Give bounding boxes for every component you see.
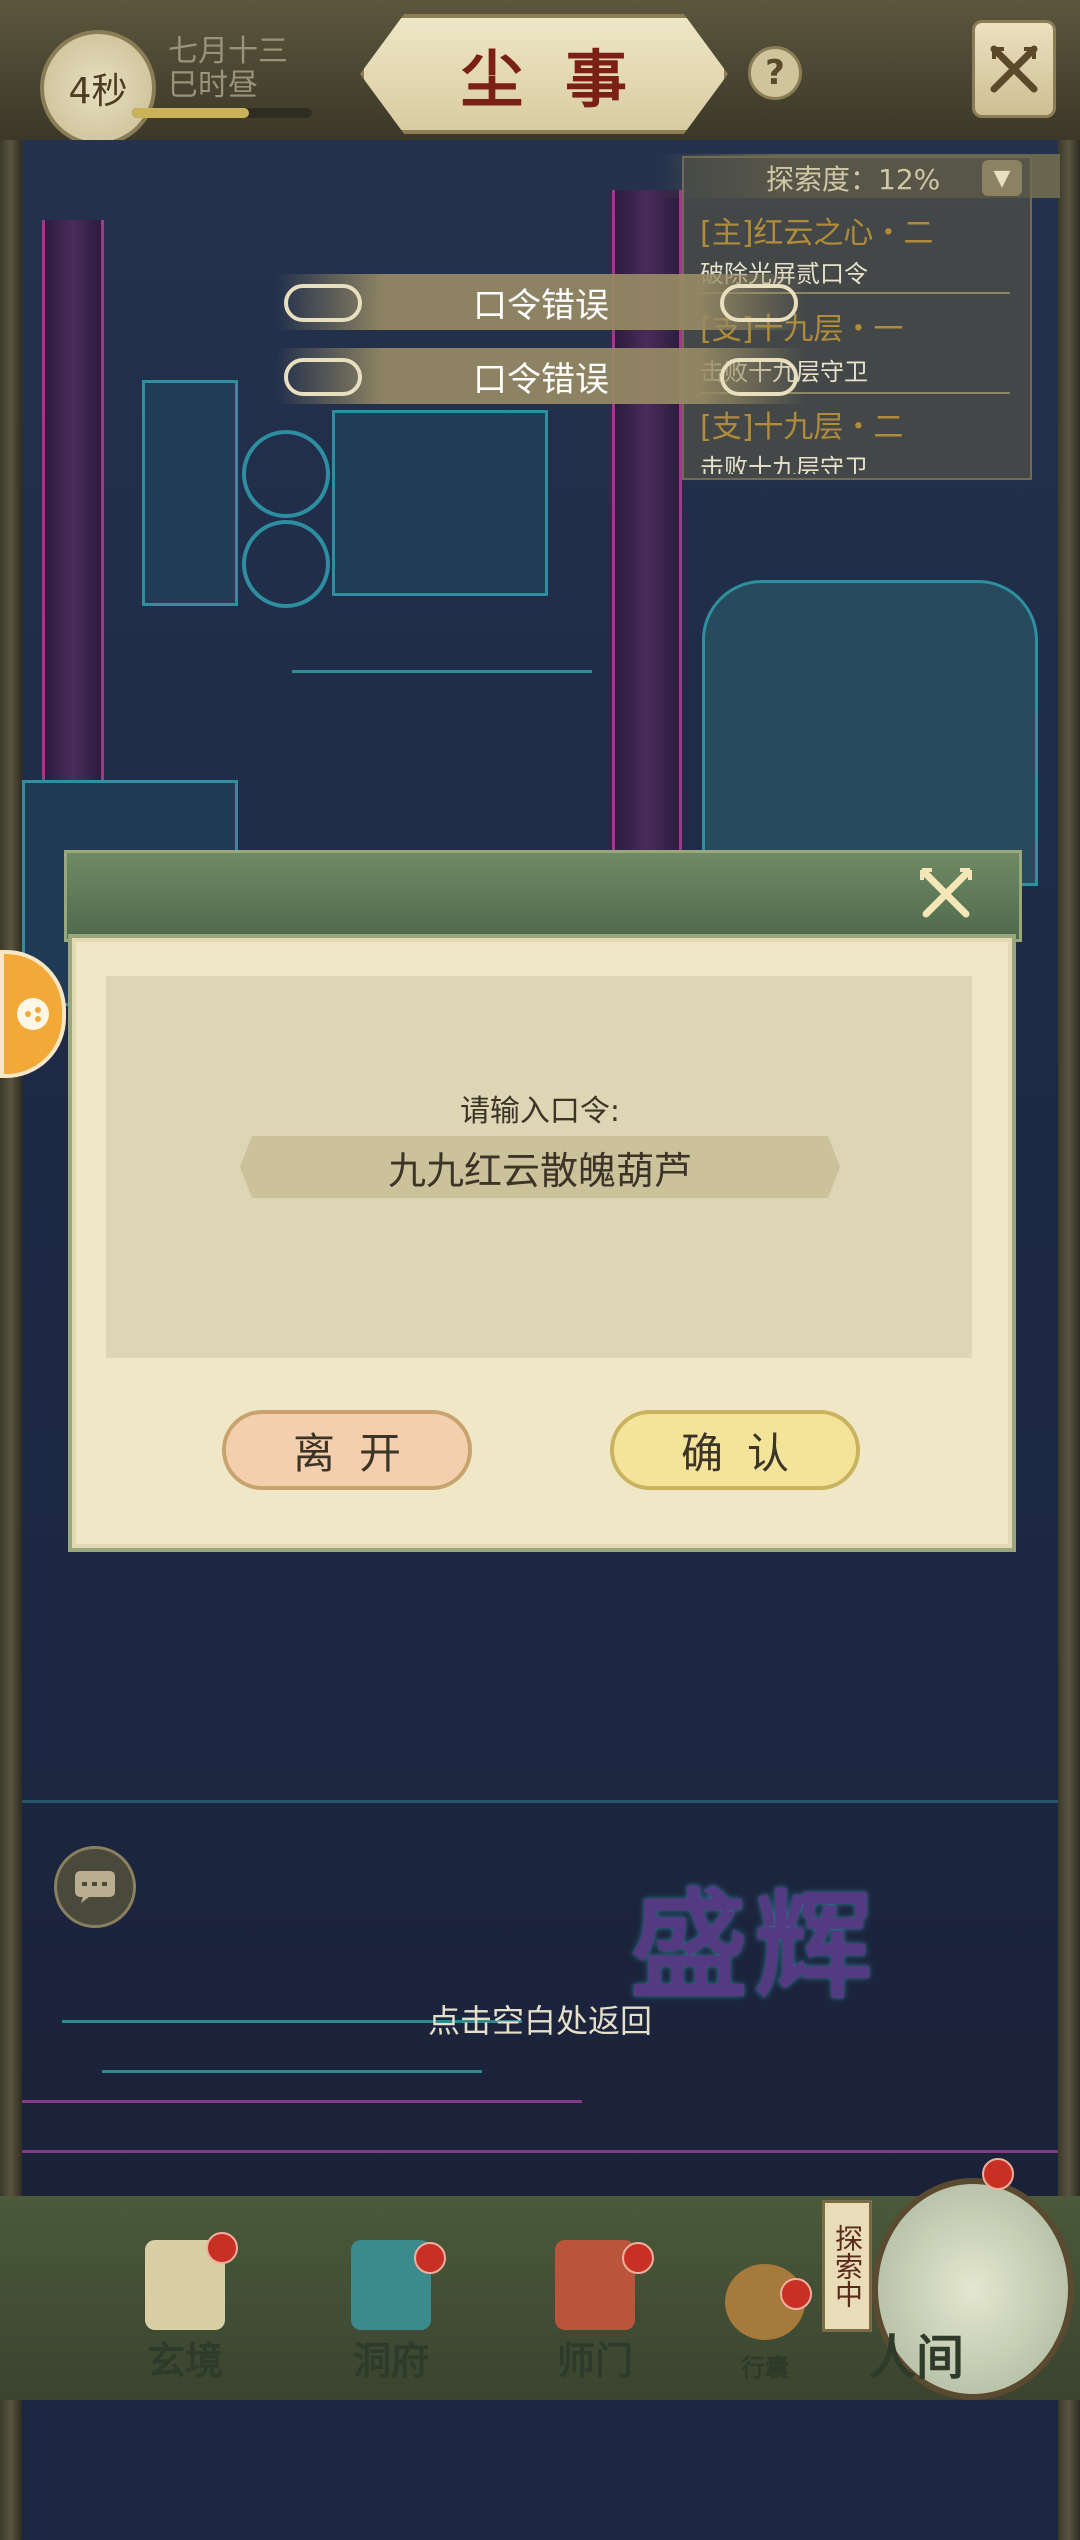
top-bar: 4秒 七月十三 巳时昼 尘事 ?: [0, 0, 1080, 146]
nav-label: 行囊: [741, 2353, 789, 2382]
notification-dot: [622, 2242, 654, 2274]
left-frame: [0, 140, 22, 2540]
dialog-close-button[interactable]: [910, 858, 982, 930]
scene-dial: [242, 430, 330, 518]
nav-item-dongfu[interactable]: 洞府: [326, 2230, 456, 2390]
quest-desc: 击败十九层守卫: [700, 454, 868, 474]
nav-item-xuanjing[interactable]: 玄境: [120, 2230, 250, 2390]
crossed-blades-icon: [990, 45, 1038, 93]
nav-label: 洞府: [352, 2338, 429, 2383]
close-scene-button[interactable]: [972, 20, 1056, 118]
exploring-tag: 探索中: [822, 2200, 872, 2332]
return-hint[interactable]: 点击空白处返回: [0, 1996, 1080, 2042]
explore-progress: 探索度：12%: [766, 163, 941, 196]
page-title-plaque: 尘事: [360, 14, 728, 134]
password-prompt: 请输入口令:: [459, 1094, 621, 1129]
right-frame: [1058, 140, 1080, 2540]
scene-line: [292, 670, 592, 673]
error-toast-text: 口令错误: [473, 285, 609, 326]
scroll-ornament: [720, 358, 798, 396]
scene-pillar: [42, 220, 104, 780]
password-field[interactable]: 九九红云散魄葫芦: [240, 1136, 840, 1198]
confirm-button[interactable]: 确认: [610, 1410, 860, 1490]
quest-title[interactable]: [支]十九层・二: [700, 402, 903, 446]
close-icon: [920, 868, 972, 918]
nav-item-xingnang[interactable]: 行囊: [700, 2230, 830, 2390]
notification-dot: [206, 2232, 238, 2264]
quest-title[interactable]: [主]红云之心・二: [700, 208, 933, 252]
scroll-ornament: [284, 284, 362, 322]
scene-panel: [142, 380, 238, 606]
world-map-label: 人间: [868, 2330, 965, 2386]
notification-dot: [780, 2278, 812, 2310]
scene-dial: [242, 520, 330, 608]
chevron-down-icon[interactable]: ▼: [982, 160, 1022, 196]
scene-line: [22, 1800, 1058, 1803]
nav-label: 玄境: [146, 2338, 223, 2383]
dialog-header: [64, 850, 1022, 942]
error-toast: 口令错误: [276, 274, 806, 330]
error-toast-text: 口令错误: [473, 359, 609, 400]
countdown-timer: 4秒: [40, 30, 156, 146]
time-progress-bar: [132, 108, 312, 118]
scroll-ornament: [720, 284, 798, 322]
chat-bubble-icon: [75, 1871, 115, 1903]
scene-line: [22, 2100, 582, 2103]
notification-dot: [414, 2242, 446, 2274]
nav-label: 师门: [556, 2338, 633, 2383]
chat-button[interactable]: [54, 1846, 136, 1928]
scene-panel: [332, 410, 548, 596]
notification-dot: [982, 2158, 1014, 2190]
scene-panel: [702, 580, 1038, 886]
scroll-ornament: [284, 358, 362, 396]
game-time-period: 巳时昼: [168, 68, 258, 103]
nav-item-shimen[interactable]: 师门: [530, 2230, 660, 2390]
leave-button[interactable]: 离开: [222, 1410, 472, 1490]
scene-line: [22, 2150, 1058, 2153]
error-toast: 口令错误: [276, 348, 806, 404]
scene-line: [102, 2070, 482, 2073]
gamepad-icon: [17, 998, 49, 1030]
page-title: 尘事: [460, 43, 669, 116]
help-icon[interactable]: ?: [748, 46, 802, 100]
